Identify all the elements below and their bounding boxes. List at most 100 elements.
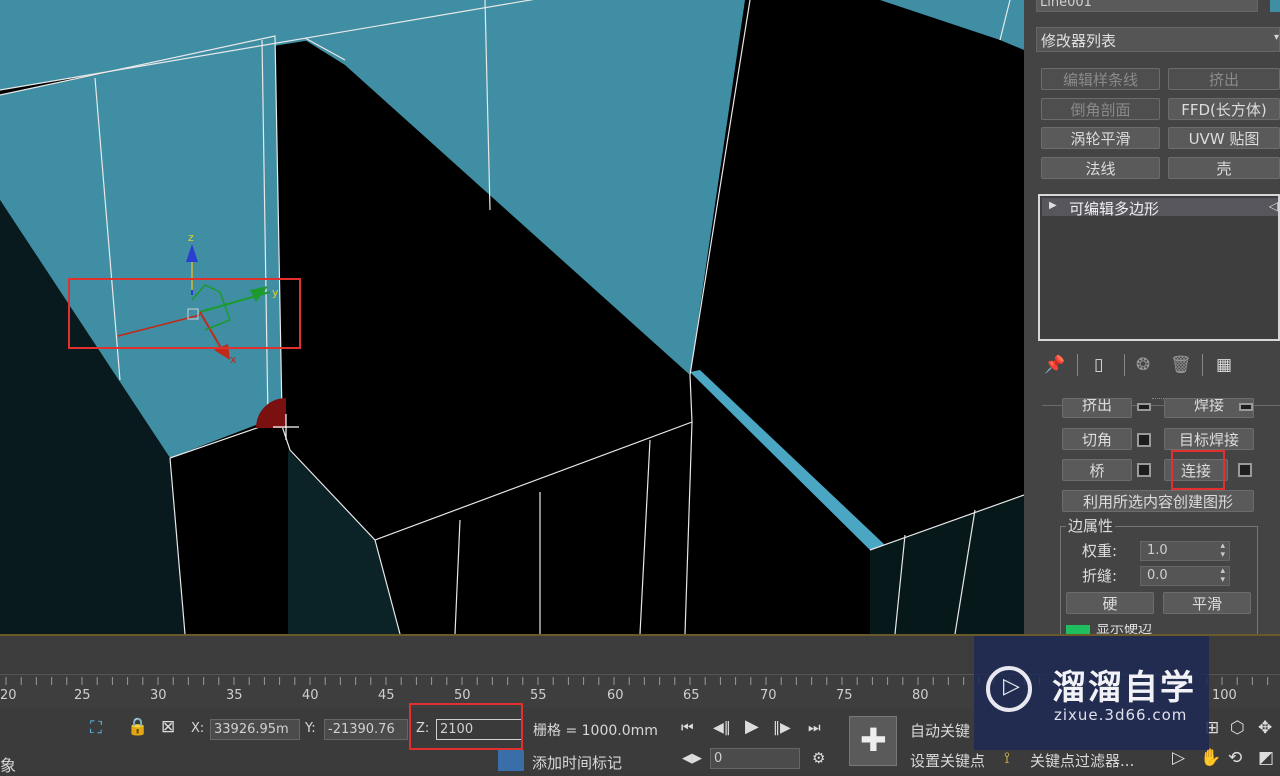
spinner-arrows-icon: ▴ ▾ — [1220, 566, 1225, 585]
blue-strip-face — [690, 370, 885, 550]
isolate-selection-icon[interactable]: ⛶ — [90, 720, 102, 737]
create-shape-button[interactable]: 利用所选内容创建图形 — [1062, 490, 1254, 512]
current-frame-value: 0 — [714, 751, 723, 766]
edit-spline-button[interactable]: 编辑样条线 — [1041, 68, 1160, 90]
connect-highlight-box — [1171, 450, 1225, 490]
display-hard-edges-label: 显示硬边 — [1096, 624, 1152, 634]
stack-item-arrow-icon: ◁ — [1268, 199, 1278, 213]
orbit-icon[interactable]: ⬡ — [1230, 720, 1245, 737]
edge-properties-title: 边属性 — [1066, 515, 1116, 536]
y-coord-value: -21390.76 — [328, 722, 395, 737]
ruler-label: 50 — [454, 688, 471, 703]
weld-settings-button[interactable] — [1239, 403, 1253, 411]
dropdown-arrow-icon: ▾ — [1273, 32, 1279, 43]
spinner-arrows-icon: ▴ ▾ — [1220, 541, 1225, 560]
absolute-mode-icon[interactable]: ⊠ — [161, 719, 175, 736]
x-coord-field[interactable]: 33926.95m — [210, 719, 300, 740]
connect-settings-button[interactable] — [1238, 463, 1252, 477]
y-coord-field[interactable]: -21390.76 — [324, 719, 408, 740]
watermark-url: zixue.3d66.com — [1054, 706, 1188, 724]
auto-key-button[interactable]: 自动关键 — [910, 720, 970, 741]
crease-spinner[interactable]: 0.0 ▴ ▾ — [1140, 566, 1230, 586]
ruler-label: 75 — [836, 688, 853, 703]
time-configuration-icon[interactable]: ⚙ — [812, 750, 825, 767]
ruler-label: 25 — [74, 688, 91, 703]
maximize-viewport-icon[interactable]: ◩ — [1258, 750, 1274, 767]
modifier-stack[interactable]: ▶ 可编辑多边形 ◁ — [1038, 194, 1280, 341]
previous-frame-icon[interactable]: ◀‖ — [713, 720, 731, 737]
x-coord-label: X: — [191, 721, 205, 736]
mid-dark-face — [288, 450, 400, 634]
svg-text:z: z — [188, 231, 194, 244]
key-filters-icon[interactable]: ⟟ — [1004, 748, 1010, 768]
ruler-label: 20 — [0, 688, 17, 703]
turbosmooth-button[interactable]: 涡轮平滑 — [1041, 127, 1160, 149]
go-to-end-icon[interactable]: ⏭ — [808, 720, 821, 737]
extrude-modifier-button[interactable]: 挤出 — [1168, 68, 1280, 90]
watermark-logo-icon: ▷ — [986, 666, 1032, 712]
next-frame-icon[interactable]: ‖▶ — [773, 720, 791, 737]
toolbar-divider — [1202, 354, 1203, 376]
configure-sets-icon[interactable]: ▦ — [1216, 357, 1232, 374]
command-panel: Line001 修改器列表 ▾ 编辑样条线 挤出 倒角剖面 FFD(长方体) 涡… — [1024, 0, 1280, 634]
field-of-view-icon[interactable]: ▷ — [1172, 750, 1185, 767]
ruler-label: 30 — [150, 688, 167, 703]
walk-through-icon[interactable]: ✥ — [1258, 720, 1272, 737]
add-time-tag-icon[interactable] — [498, 750, 524, 771]
bevel-profile-button[interactable]: 倒角剖面 — [1041, 98, 1160, 120]
add-time-tag-label[interactable]: 添加时间标记 — [532, 752, 622, 773]
normal-button[interactable]: 法线 — [1041, 157, 1160, 179]
weight-spinner[interactable]: 1.0 ▴ ▾ — [1140, 541, 1230, 561]
stack-item[interactable]: ▶ 可编辑多边形 ◁ — [1042, 198, 1278, 218]
bridge-settings-button[interactable] — [1137, 463, 1151, 477]
ruler-label: 55 — [530, 688, 547, 703]
y-coord-label: Y: — [305, 721, 316, 736]
hard-button[interactable]: 硬 — [1066, 592, 1154, 614]
chamfer-button[interactable]: 切角 — [1062, 428, 1132, 450]
object-name-field[interactable]: Line001 — [1036, 0, 1258, 12]
modifier-list-dropdown[interactable]: 修改器列表 ▾ — [1036, 27, 1280, 52]
remove-modifier-icon[interactable]: 🗑 — [1170, 357, 1192, 374]
ffd-box-button[interactable]: FFD(长方体) — [1168, 98, 1280, 120]
extrude-settings-button[interactable] — [1137, 403, 1151, 411]
ruler-label: 80 — [912, 688, 929, 703]
smooth-button[interactable]: 平滑 — [1163, 592, 1251, 614]
right-top-face — [880, 0, 1024, 50]
lock-selection-icon[interactable]: 🔒 — [127, 719, 148, 736]
uvw-map-button[interactable]: UVW 贴图 — [1168, 127, 1280, 149]
grid-size-text: 栅格 = 1000.0mm — [533, 723, 658, 739]
crease-label: 折缝: — [1082, 567, 1118, 585]
go-to-start-icon[interactable]: ⏮ — [681, 720, 694, 737]
set-key-button[interactable]: 设置关键点 — [910, 750, 985, 771]
orbit-subobject-icon[interactable]: ⟲ — [1228, 750, 1242, 767]
middle-top-face — [305, 0, 745, 375]
bridge-button[interactable]: 桥 — [1062, 459, 1132, 481]
ruler-label: 45 — [378, 688, 395, 703]
make-unique-icon[interactable]: ❂ — [1136, 357, 1150, 374]
shell-button[interactable]: 壳 — [1168, 157, 1280, 179]
key-mode-toggle-icon[interactable]: ◀▶ — [682, 750, 702, 767]
extrude-button[interactable]: 挤出 — [1062, 398, 1132, 418]
show-end-result-icon[interactable]: ▯ — [1094, 357, 1103, 374]
ruler-label: 100 — [1212, 688, 1237, 703]
current-frame-field[interactable]: 0 — [710, 748, 800, 769]
target-weld-button[interactable]: 目标焊接 — [1164, 428, 1254, 450]
ruler-label: 35 — [226, 688, 243, 703]
pin-stack-icon[interactable]: 📌 — [1044, 357, 1065, 374]
set-key-big-button[interactable]: ✚ — [849, 716, 897, 766]
object-color-swatch[interactable] — [1270, 0, 1280, 12]
ruler-label: 70 — [760, 688, 777, 703]
chamfer-settings-button[interactable] — [1137, 433, 1151, 447]
key-filters-button[interactable]: 关键点过滤器... — [1030, 750, 1134, 771]
key-plus-icon: ✚ — [860, 721, 887, 759]
play-icon[interactable]: ▶ — [745, 718, 759, 736]
display-hard-edges-swatch[interactable] — [1066, 625, 1090, 634]
pan-view-icon[interactable]: ✋ — [1200, 750, 1221, 767]
toolbar-divider — [1124, 354, 1125, 376]
weight-value: 1.0 — [1147, 543, 1168, 558]
3d-viewport[interactable]: z y x — [0, 0, 1024, 634]
toolbar-divider — [1077, 354, 1078, 376]
expand-triangle-icon: ▶ — [1049, 200, 1057, 211]
x-coord-value: 33926.95m — [214, 722, 289, 737]
watermark-title: 溜溜自学 — [1052, 668, 1196, 708]
